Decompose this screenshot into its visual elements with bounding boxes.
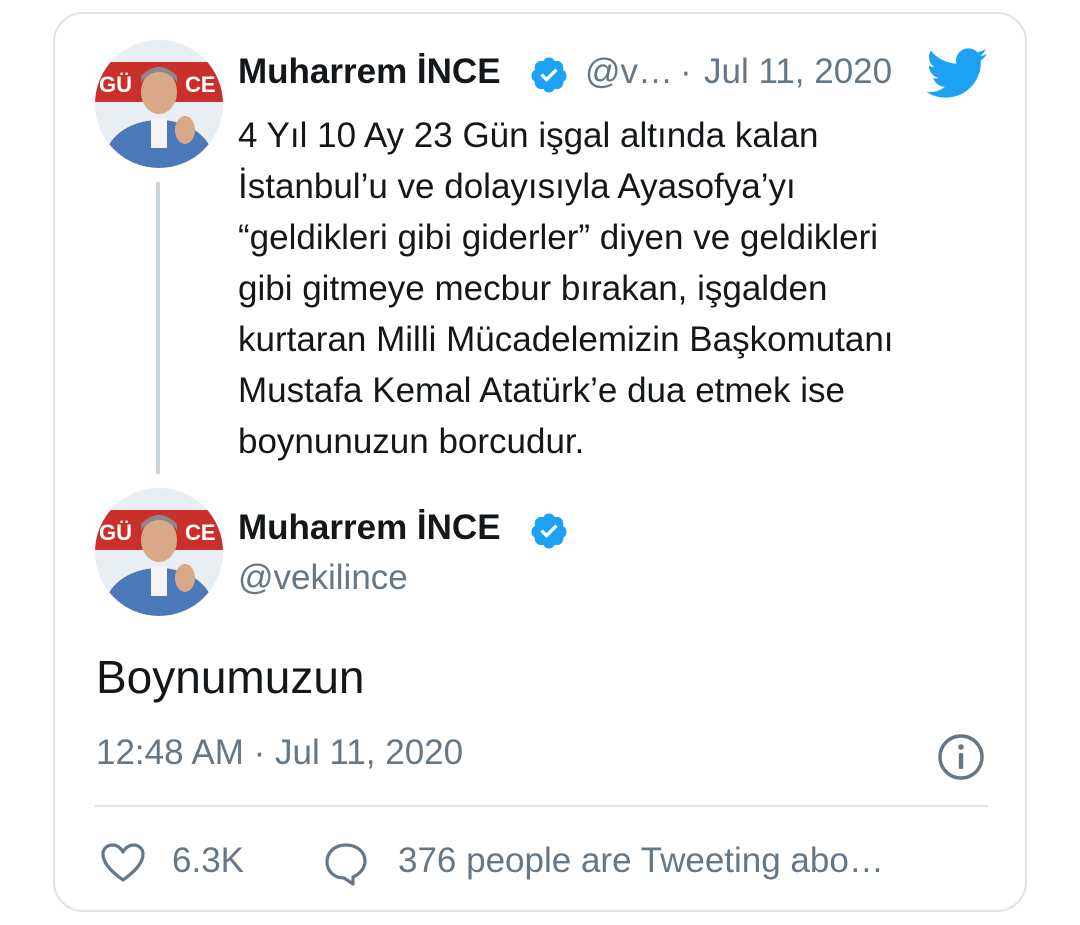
twitter-bird-icon[interactable] [924, 46, 988, 100]
svg-text:CE: CE [185, 72, 216, 97]
avatar[interactable]: GÜ CE [95, 40, 223, 168]
svg-text:GÜ: GÜ [99, 520, 132, 545]
verified-badge-icon [531, 513, 567, 549]
like-count[interactable]: 6.3K [172, 841, 244, 881]
author-name[interactable]: Muharrem İNCE [238, 508, 501, 548]
speech-bubble-icon[interactable] [323, 841, 369, 887]
author-handle[interactable]: @vekilince [238, 558, 408, 598]
divider [95, 805, 988, 807]
heart-icon[interactable] [100, 842, 146, 884]
thread-connector [156, 182, 160, 474]
tweet-text: 4 Yıl 10 Ay 23 Gün işgal altında kalan İ… [238, 116, 894, 461]
author-handle[interactable]: @v… [585, 52, 673, 92]
tweet-timestamp[interactable]: 12:48 AM · Jul 11, 2020 [96, 733, 463, 773]
author-name[interactable]: Muharrem İNCE [238, 52, 501, 92]
svg-text:CE: CE [185, 520, 216, 545]
separator-dot: · [680, 52, 692, 91]
svg-text:GÜ: GÜ [99, 72, 132, 97]
tweeting-about-link[interactable]: 376 people are Tweeting abo… [398, 841, 884, 881]
avatar[interactable]: GÜ CE [95, 488, 223, 616]
info-icon[interactable] [937, 733, 985, 781]
verified-badge-icon [531, 57, 567, 93]
tweet-date-link[interactable]: Jul 11, 2020 [704, 52, 892, 92]
tweet-text: Boynumuzun [96, 651, 365, 703]
